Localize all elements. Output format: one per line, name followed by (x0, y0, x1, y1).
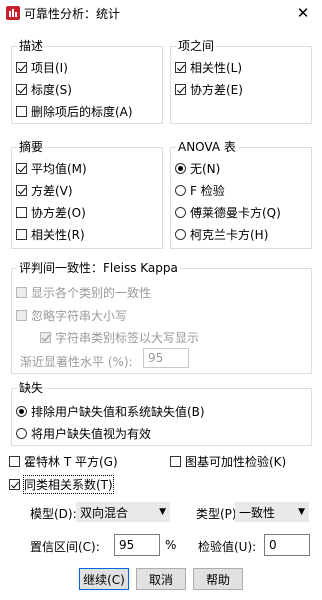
percent-unit-label: % (165, 538, 177, 552)
user-missing-valid-radio[interactable] (16, 427, 27, 439)
inter-item-legend: 项之间 (176, 39, 217, 53)
anova-legend: ANOVA 表 (176, 140, 238, 154)
variances-checkbox[interactable] (16, 184, 27, 196)
chevron-down-icon: ▼ (298, 507, 305, 517)
uppercase-labels-checkbox-row[interactable]: 字符串类别标签以大写显示 (40, 328, 199, 346)
user-missing-valid-label: 将用户缺失值视为有效 (31, 426, 152, 441)
test-value-input[interactable]: 0 (264, 534, 310, 556)
type-value: 一致性 (239, 505, 276, 520)
means-checkbox-row[interactable]: 平均值(M) (16, 159, 87, 177)
uppercase-labels-label: 字符串类别标签以大写显示 (55, 330, 200, 345)
variances-checkbox-row[interactable]: 方差(V) (16, 181, 73, 199)
summary-covariances-checkbox[interactable] (16, 206, 27, 218)
anova-friedman-radio[interactable] (175, 206, 186, 218)
fleiss-category-label: 显示各个类别的一致性 (31, 285, 152, 300)
descriptives-legend: 描述 (17, 39, 46, 53)
summary-correlations-label: 相关性(R) (31, 227, 85, 242)
anova-friedman-label: 傅莱德曼卡方(Q) (190, 205, 281, 220)
confidence-interval-label: 置信区间(C): (30, 540, 100, 554)
user-missing-valid-radio-row[interactable]: 将用户缺失值视为有效 (16, 424, 151, 442)
confidence-interval-input[interactable]: 95 (114, 534, 160, 556)
scale-label: 标度(S) (31, 82, 72, 97)
anova-friedman-radio-row[interactable]: 傅莱德曼卡方(Q) (175, 203, 281, 221)
test-value-label: 检验值(U): (198, 540, 257, 554)
ignore-case-checkbox[interactable] (16, 309, 27, 321)
anova-f-test-radio-row[interactable]: F 检验 (175, 181, 225, 199)
item-checkbox-row[interactable]: 项目(I) (16, 58, 68, 76)
asymptotic-sig-label: 渐近显著性水平 (%): (20, 355, 133, 369)
anova-f-test-label: F 检验 (190, 183, 225, 198)
means-label: 平均值(M) (31, 161, 87, 176)
cancel-button[interactable]: 取消 (136, 568, 186, 590)
cancel-button-label: 取消 (148, 572, 173, 587)
model-label: 模型(D): (30, 507, 77, 521)
icc-checkbox-row[interactable]: 同类相关系数(T) (9, 474, 114, 494)
icc-checkbox[interactable] (9, 478, 20, 490)
tukey-checkbox[interactable] (170, 455, 181, 467)
fleiss-category-checkbox-row[interactable]: 显示各个类别的一致性 (16, 283, 151, 301)
tukey-label: 图基可加性检验(K) (185, 454, 287, 469)
help-button-label: 帮助 (205, 572, 230, 587)
anova-cochran-radio[interactable] (175, 228, 186, 240)
tukey-checkbox-row[interactable]: 图基可加性检验(K) (170, 452, 286, 470)
summary-covariances-label: 协方差(O) (31, 205, 86, 220)
covariances-checkbox-row[interactable]: 协方差(E) (175, 80, 243, 98)
scale-if-deleted-checkbox-row[interactable]: 删除项后的标度(A) (16, 102, 133, 120)
anova-none-label: 无(N) (190, 161, 221, 176)
item-checkbox[interactable] (16, 61, 27, 73)
close-icon[interactable]: ✕ (290, 2, 316, 24)
hotelling-label: 霍特林 T 平方(G) (24, 454, 118, 469)
help-button[interactable]: 帮助 (193, 568, 243, 590)
scale-if-deleted-checkbox[interactable] (16, 105, 27, 117)
confidence-interval-value: 95 (119, 538, 135, 552)
asymptotic-sig-input[interactable]: 95 (143, 348, 189, 368)
anova-cochran-label: 柯克兰卡方(H) (190, 227, 269, 242)
variances-label: 方差(V) (31, 183, 73, 198)
asymptotic-sig-value: 95 (148, 351, 164, 365)
covariances-checkbox[interactable] (175, 83, 186, 95)
summaries-legend: 摘要 (17, 140, 46, 154)
chevron-down-icon: ▼ (159, 507, 166, 517)
type-label: 类型(P): (196, 507, 241, 521)
title-bar: 可靠性分析：统计 ✕ (0, 0, 322, 26)
exclude-missing-radio-row[interactable]: 排除用户缺失值和系统缺失值(B) (16, 402, 205, 420)
scale-checkbox[interactable] (16, 83, 27, 95)
model-dropdown[interactable]: 双向混合 ▼ (76, 502, 170, 522)
scale-checkbox-row[interactable]: 标度(S) (16, 80, 72, 98)
summary-correlations-checkbox[interactable] (16, 228, 27, 240)
means-checkbox[interactable] (16, 162, 27, 174)
app-icon (6, 6, 20, 20)
scale-if-deleted-label: 删除项后的标度(A) (31, 104, 133, 119)
anova-none-radio-row[interactable]: 无(N) (175, 159, 220, 177)
summary-covariances-checkbox-row[interactable]: 协方差(O) (16, 203, 86, 221)
test-value-value: 0 (269, 538, 277, 552)
correlations-checkbox[interactable] (175, 61, 186, 73)
ignore-case-label: 忽略字符串大小写 (31, 308, 128, 323)
anova-cochran-radio-row[interactable]: 柯克兰卡方(H) (175, 225, 268, 243)
covariances-label: 协方差(E) (190, 82, 243, 97)
continue-button-label: 继续(C) (83, 572, 125, 587)
window-title: 可靠性分析：统计 (24, 7, 121, 21)
item-label: 项目(I) (31, 60, 68, 75)
model-value: 双向混合 (80, 505, 129, 520)
hotelling-checkbox[interactable] (9, 455, 20, 467)
ignore-case-checkbox-row[interactable]: 忽略字符串大小写 (16, 306, 127, 324)
hotelling-checkbox-row[interactable]: 霍特林 T 平方(G) (9, 452, 118, 470)
type-dropdown[interactable]: 一致性 ▼ (235, 502, 309, 522)
summary-correlations-checkbox-row[interactable]: 相关性(R) (16, 225, 85, 243)
exclude-missing-radio[interactable] (16, 405, 27, 417)
correlations-label: 相关性(L) (190, 60, 243, 75)
anova-f-test-radio[interactable] (175, 184, 186, 196)
continue-button[interactable]: 继续(C) (79, 568, 129, 590)
icc-label: 同类相关系数(T) (23, 474, 114, 494)
missing-legend: 缺失 (17, 381, 46, 395)
uppercase-labels-checkbox[interactable] (40, 331, 51, 343)
correlations-checkbox-row[interactable]: 相关性(L) (175, 58, 242, 76)
anova-none-radio[interactable] (175, 162, 186, 174)
fleiss-legend: 评判间一致性：Fleiss Kappa (17, 261, 180, 275)
exclude-missing-label: 排除用户缺失值和系统缺失值(B) (31, 404, 205, 419)
fleiss-category-checkbox[interactable] (16, 286, 27, 298)
